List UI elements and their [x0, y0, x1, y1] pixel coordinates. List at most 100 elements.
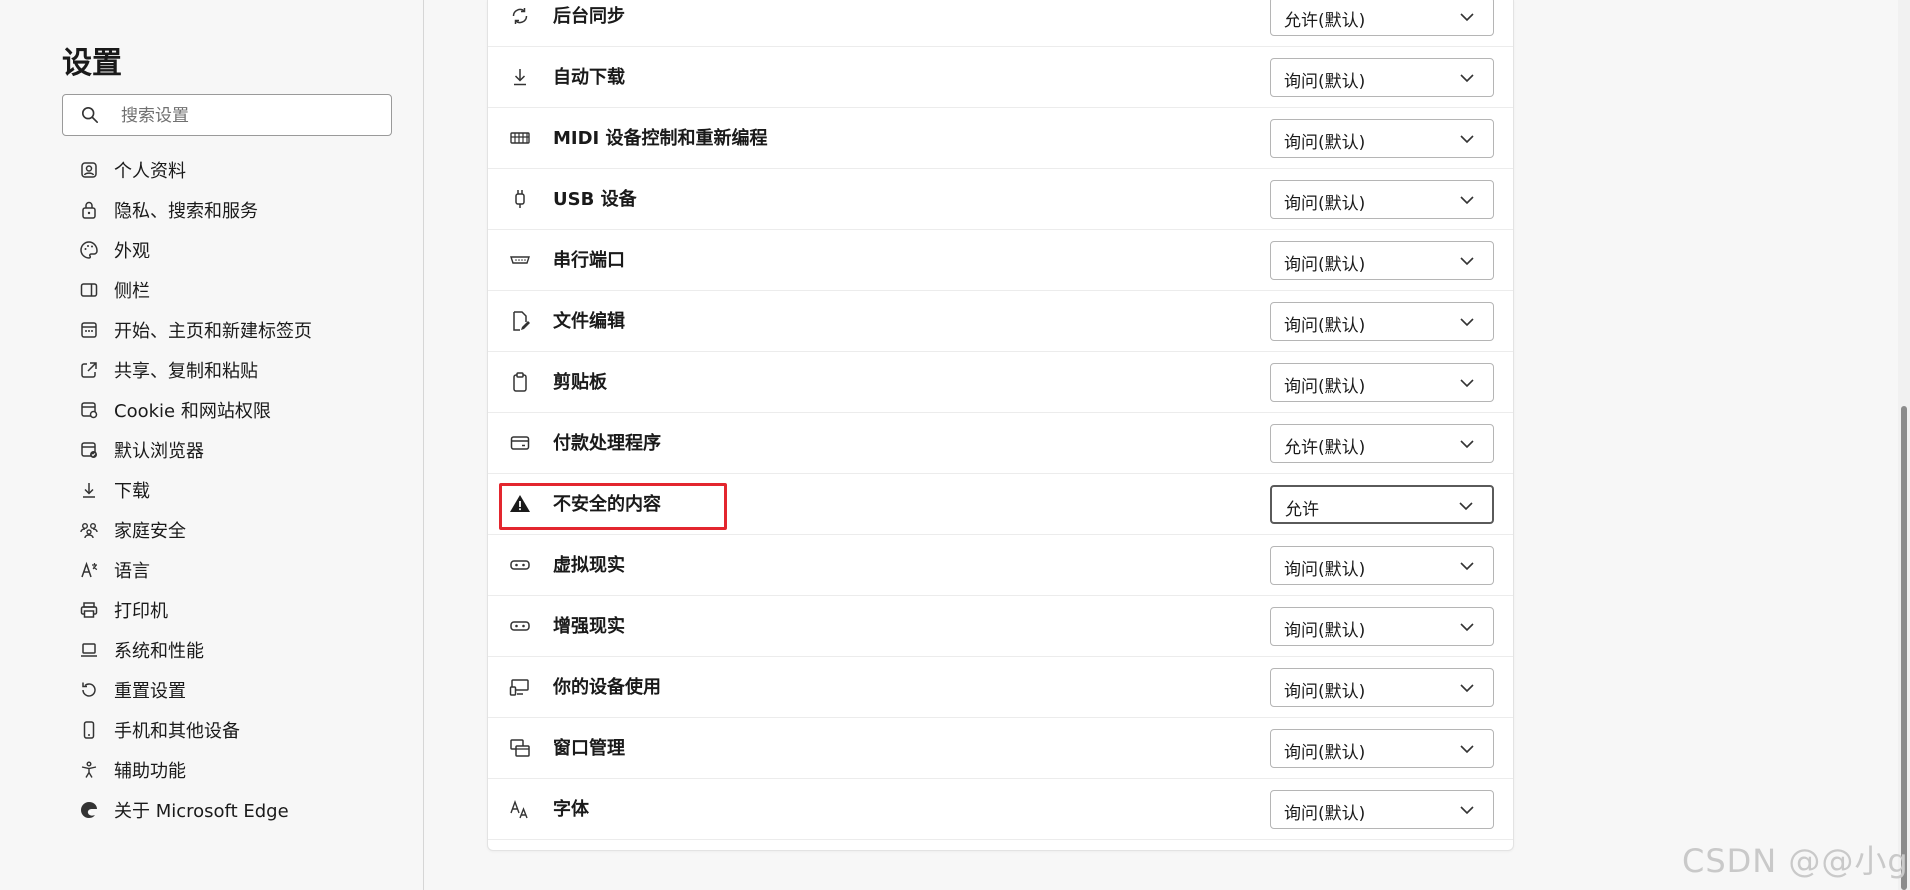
permission-label: 不安全的内容: [553, 494, 661, 515]
sidebar-item-appearance[interactable]: 外观: [62, 230, 392, 270]
permission-label: MIDI 设备控制和重新编程: [553, 128, 768, 149]
sidebar-item-label: 重置设置: [114, 681, 186, 702]
edge-logo-icon: [78, 799, 100, 821]
sidebar-item-share[interactable]: 共享、复制和粘贴: [62, 350, 392, 390]
sidebar-title: 设置: [62, 46, 122, 81]
phone-icon: [78, 719, 100, 741]
permission-select[interactable]: 询问(默认): [1270, 729, 1494, 768]
selected-value: 允许(默认): [1284, 11, 1366, 31]
sidebar-icon: [78, 279, 100, 301]
search-input[interactable]: [119, 95, 383, 137]
chevron-down-icon: [1460, 196, 1474, 205]
ar-headset-icon: [508, 614, 532, 638]
permission-select[interactable]: 允许(默认): [1270, 424, 1494, 463]
selected-value: 询问(默认): [1284, 682, 1366, 702]
selected-value: 询问(默认): [1284, 377, 1366, 397]
sidebar-item-label: 个人资料: [114, 161, 186, 182]
download-icon: [78, 479, 100, 501]
profile-icon: [78, 159, 100, 181]
window-management-icon: [508, 736, 532, 760]
chevron-down-icon: [1459, 502, 1473, 511]
permission-select[interactable]: 询问(默认): [1270, 119, 1494, 158]
permission-row-augmented-reality: 增强现实 询问(默认): [488, 596, 1513, 657]
font-icon: [508, 797, 532, 821]
search-box[interactable]: [62, 94, 392, 137]
permission-row-background-sync: 后台同步 允许(默认): [488, 0, 1513, 47]
permission-label: 剪贴板: [553, 372, 607, 393]
permission-select[interactable]: 询问(默认): [1270, 180, 1494, 219]
chevron-down-icon: [1460, 684, 1474, 693]
family-icon: [78, 519, 100, 541]
sidebar-item-system[interactable]: 系统和性能: [62, 630, 392, 670]
sidebar-item-printers[interactable]: 打印机: [62, 590, 392, 630]
sidebar-item-family[interactable]: 家庭安全: [62, 510, 392, 550]
sidebar-item-label: 系统和性能: [114, 641, 204, 662]
permission-select[interactable]: 询问(默认): [1270, 302, 1494, 341]
permission-select[interactable]: 询问(默认): [1270, 790, 1494, 829]
printer-icon: [78, 599, 100, 621]
permission-row-usb: USB 设备 询问(默认): [488, 169, 1513, 230]
sidebar-item-label: 家庭安全: [114, 521, 186, 542]
sidebar-item-sidebar[interactable]: 侧栏: [62, 270, 392, 310]
permission-select[interactable]: 允许(默认): [1270, 0, 1494, 36]
sidebar-item-privacy[interactable]: 隐私、搜索和服务: [62, 190, 392, 230]
sidebar-item-reset[interactable]: 重置设置: [62, 670, 392, 710]
sidebar-item-profile[interactable]: 个人资料: [62, 150, 392, 190]
chevron-down-icon: [1460, 745, 1474, 754]
permission-label: 你的设备使用: [553, 677, 661, 698]
selected-value: 询问(默认): [1284, 743, 1366, 763]
permission-select[interactable]: 询问(默认): [1270, 668, 1494, 707]
permission-select[interactable]: 允许: [1270, 485, 1494, 524]
permission-select[interactable]: 询问(默认): [1270, 58, 1494, 97]
sidebar-item-label: 手机和其他设备: [114, 721, 240, 742]
sidebar-item-downloads[interactable]: 下载: [62, 470, 392, 510]
permission-select[interactable]: 询问(默认): [1270, 241, 1494, 280]
settings-sidebar: 设置 个人资料 隐私、搜索和服务 外观 侧栏 开始、主页和新建标签页 共享、复制…: [0, 0, 424, 890]
usb-icon: [508, 187, 532, 211]
permission-select[interactable]: 询问(默认): [1270, 363, 1494, 402]
sidebar-item-cookies[interactable]: Cookie 和网站权限: [62, 390, 392, 430]
sidebar-item-start-home[interactable]: 开始、主页和新建标签页: [62, 310, 392, 350]
permission-row-virtual-reality: 虚拟现实 询问(默认): [488, 535, 1513, 596]
chevron-down-icon: [1460, 562, 1474, 571]
sidebar-item-label: 隐私、搜索和服务: [114, 201, 258, 222]
permission-label: 增强现实: [553, 616, 625, 637]
selected-value: 允许: [1285, 500, 1319, 520]
sidebar-item-label: 关于 Microsoft Edge: [114, 801, 289, 822]
chevron-down-icon: [1460, 379, 1474, 388]
sidebar-item-phone[interactable]: 手机和其他设备: [62, 710, 392, 750]
selected-value: 询问(默认): [1284, 621, 1366, 641]
reset-icon: [78, 679, 100, 701]
chevron-down-icon: [1460, 623, 1474, 632]
selected-value: 询问(默认): [1284, 194, 1366, 214]
sidebar-item-label: 共享、复制和粘贴: [114, 361, 258, 382]
sidebar-item-label: 辅助功能: [114, 761, 186, 782]
permission-select[interactable]: 询问(默认): [1270, 607, 1494, 646]
sidebar-item-label: Cookie 和网站权限: [114, 401, 271, 422]
sidebar-item-label: 侧栏: [114, 281, 150, 302]
chevron-down-icon: [1460, 74, 1474, 83]
sidebar-item-label: 开始、主页和新建标签页: [114, 321, 312, 342]
sidebar-item-about[interactable]: 关于 Microsoft Edge: [62, 790, 392, 830]
home-tabs-icon: [78, 319, 100, 341]
cookie-permissions-icon: [78, 399, 100, 421]
sidebar-item-label: 语言: [114, 561, 150, 582]
page-scrollbar-thumb[interactable]: [1901, 406, 1907, 890]
chevron-down-icon: [1460, 13, 1474, 22]
permission-select[interactable]: 询问(默认): [1270, 546, 1494, 585]
sidebar-item-label: 打印机: [114, 601, 168, 622]
sidebar-nav: 个人资料 隐私、搜索和服务 外观 侧栏 开始、主页和新建标签页 共享、复制和粘贴…: [62, 150, 392, 830]
permission-row-serial-ports: 串行端口 询问(默认): [488, 230, 1513, 291]
watermark-text: CSDN @@小g: [1682, 842, 1909, 880]
chevron-down-icon: [1460, 806, 1474, 815]
share-icon: [78, 359, 100, 381]
accessibility-icon: [78, 759, 100, 781]
default-browser-icon: [78, 439, 100, 461]
sidebar-item-languages[interactable]: 语言: [62, 550, 392, 590]
sidebar-item-accessibility[interactable]: 辅助功能: [62, 750, 392, 790]
device-use-icon: [508, 675, 532, 699]
sidebar-item-label: 下载: [114, 481, 150, 502]
sidebar-item-default-browser[interactable]: 默认浏览器: [62, 430, 392, 470]
card-icon: [508, 431, 532, 455]
permission-label: 窗口管理: [553, 738, 625, 759]
